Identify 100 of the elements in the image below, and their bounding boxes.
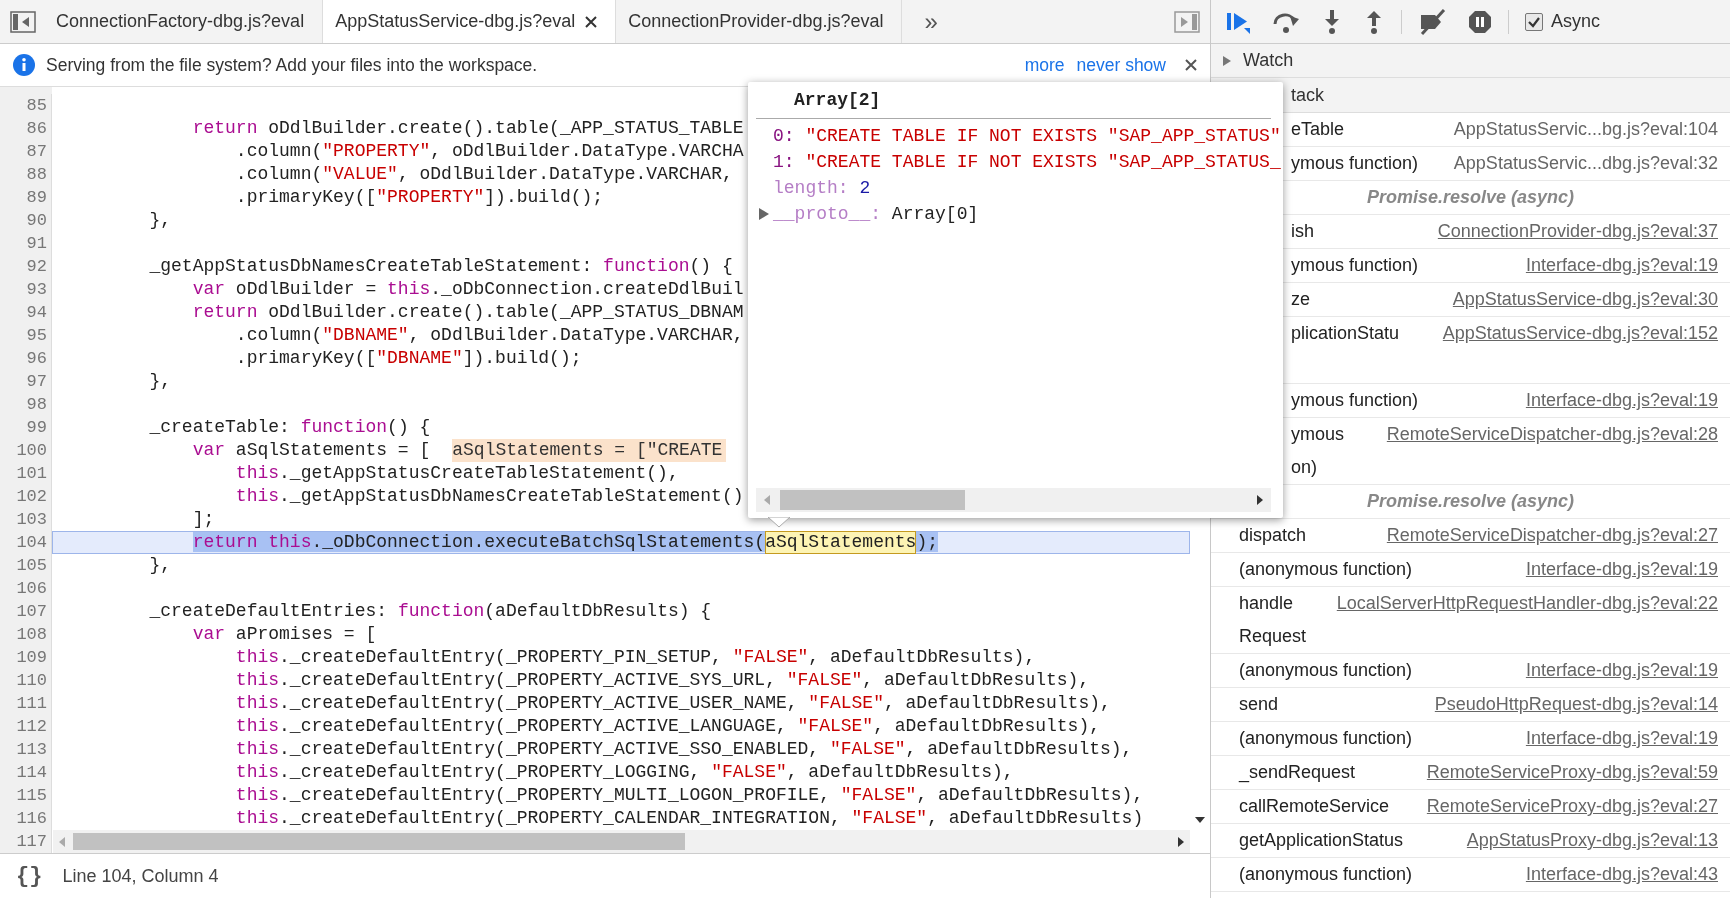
line-number: 117 [0,830,52,853]
code-text: this._getAppStatusDbNamesCreateTableStatement() [234,485,744,508]
section-header[interactable]: Watch [1211,44,1730,78]
function-name[interactable]: (anonymous function) [1239,553,1413,586]
sidebar-toggle-icon[interactable] [10,10,36,33]
file-tab[interactable]: ConnectionProvider-dbg.js?eval [616,0,903,43]
function-name[interactable]: (anonymous function) [1239,722,1413,755]
code-text: this._createDefaultEntry(_PROPERTY_ACTIVE_USER_NAME, "FALSE", aDefaultDbResults), [234,692,1111,715]
close-icon[interactable] [585,15,598,28]
line-number: 115 [0,784,52,807]
source-link[interactable]: Interface-dbg.js?eval:19 [1525,654,1718,687]
line-number: 97 [0,370,52,393]
line-number: 100 [0,439,52,462]
code-text: .primaryKey(["PROPERTY"]).build(); [234,186,604,209]
function-name[interactable]: ze [1291,282,1310,316]
function-name[interactable]: callRemoteService [1239,790,1390,823]
line-number: 108 [0,623,52,646]
function-name[interactable]: (anonymous function) [1239,858,1413,891]
line-number: 95 [0,324,52,347]
function-name[interactable]: handle Request [1239,587,1307,653]
pause-on-exceptions-icon[interactable] [1468,9,1492,34]
deactivate-breakpoints-icon[interactable] [1418,8,1448,35]
source-link[interactable]: Interface-dbg.js?eval:43 [1525,858,1718,891]
scroll-right-icon[interactable] [1178,836,1184,847]
code-text: this._createDefaultEntry(_PROPERTY_LOGGING, "FALSE", aDefaultDbResults), [234,761,1014,784]
async-checkbox[interactable] [1525,12,1543,31]
scroll-down-icon[interactable] [1194,815,1206,825]
source-link[interactable]: PseudoHttpRequest-dbg.js?eval:14 [1434,688,1718,721]
source-link[interactable]: RemoteServiceProxy-dbg.js?eval:27 [1426,790,1718,823]
source-link[interactable]: AppStatusServic...bg.js?eval:104 [1453,113,1718,146]
function-name[interactable]: (anonymous function) [1239,654,1413,687]
line-number: 112 [0,715,52,738]
source-link[interactable]: RemoteServiceProxy-dbg.js?eval:59 [1426,756,1718,789]
code-text: .column("VALUE", oDdlBuilder.DataType.VARCHAR, [234,163,733,186]
code-text: _getAppStatusDbNamesCreateTableStatement: function() { [148,255,733,278]
line-number: 103 [0,508,52,531]
line-number: 101 [0,462,52,485]
async-label[interactable]: Async [1551,11,1601,32]
line-number: 89 [0,186,52,209]
sidebar-toggle-icon[interactable] [1174,10,1200,33]
code-text: this._createDefaultEntry(_PROPERTY_MULTI_LOGON_PROFILE, "FALSE", aDefaultDbResults), [234,784,1144,807]
line-number: 109 [0,646,52,669]
expand-icon[interactable] [1221,54,1233,67]
function-name[interactable]: eTable [1291,113,1345,146]
function-name[interactable]: ymous function) [1291,248,1419,282]
source-link[interactable]: RemoteServiceDispatcher-dbg.js?eval:27 [1386,519,1718,552]
source-link[interactable]: AppStatusServic...dbg.js?eval:32 [1453,147,1718,180]
function-name[interactable]: dispatch [1239,519,1307,552]
format-button[interactable]: {} [16,863,43,889]
line-number: 88 [0,163,52,186]
line-number: 93 [0,278,52,301]
line-number: 114 [0,761,52,784]
function-name[interactable]: ymous function) [1291,147,1419,180]
source-link[interactable]: ConnectionProvider-dbg.js?eval:37 [1437,214,1718,248]
source-link[interactable]: RemoteServiceDispatcher-dbg.js?eval:28 [1386,418,1718,452]
code-text: var aPromises = [ [191,623,377,646]
code-text: this._createDefaultEntry(_PROPERTY_CALENDAR_INTEGRATION, "FALSE", aDefaultDbResults) [234,807,1144,830]
function-name[interactable]: ymous function) [1291,384,1419,418]
property-entry: 0: "CREATE TABLE IF NOT EXISTS "SAP_APP_STATUS" [773,126,1281,146]
source-link[interactable]: AppStatusService-dbg.js?eval:152 [1442,316,1718,350]
line-number: 110 [0,669,52,692]
info-link[interactable]: more [1024,54,1065,76]
function-name[interactable]: send [1239,688,1279,721]
source-link[interactable]: Interface-dbg.js?eval:19 [1525,384,1718,418]
function-name[interactable]: ish [1291,214,1314,248]
code-text: var oDdlBuilder = this._oDbConnection.createDdlBuil [191,278,744,301]
close-icon[interactable] [1184,58,1198,72]
horizontal-scrollbar[interactable] [756,488,1271,512]
expand-icon[interactable] [758,207,770,221]
cursor-position: Line 104, Column 4 [62,865,219,887]
file-tab[interactable]: AppStatusService-dbg.js?eval [323,0,617,43]
hovered-variable[interactable]: aSqlStatements [765,531,917,554]
line-number: 102 [0,485,52,508]
source-link[interactable]: LocalServerHttpRequestHandler-dbg.js?eval:22 [1336,587,1718,620]
code-text: .primaryKey(["DBNAME"]).build(); [234,347,582,370]
source-link[interactable]: Interface-dbg.js?eval:19 [1525,553,1718,586]
line-number: 87 [0,140,52,163]
source-link[interactable]: AppStatusService-dbg.js?eval:30 [1452,282,1718,316]
line-number: 90 [0,209,52,232]
code-text: this._createDefaultEntry(_PROPERTY_ACTIVE_SSO_ENABLED, "FALSE", aDefaultDbResults), [234,738,1133,761]
inline-value: aSqlStatements = ["CREATE [452,439,727,462]
code-text: this._createDefaultEntry(_PROPERTY_ACTIVE_LANGUAGE, "FALSE", aDefaultDbResults), [234,715,1100,738]
info-link[interactable]: never show [1076,54,1166,76]
source-link[interactable]: Interface-dbg.js?eval:19 [1525,248,1718,282]
source-link[interactable]: AppStatusProxy-dbg.js?eval:13 [1466,824,1718,857]
code-text: }, [148,209,172,232]
scroll-right-icon[interactable] [1257,495,1263,505]
function-name[interactable]: _sendRequest [1239,756,1356,789]
function-name[interactable]: getApplicationStatus [1239,824,1404,857]
source-link[interactable]: Interface-dbg.js?eval:19 [1525,722,1718,755]
more-tabs-button[interactable]: » [924,7,938,36]
code-text: ]; [191,508,215,531]
function-name[interactable]: plicationStatu [1291,316,1400,350]
line-number: 86 [0,117,52,140]
code-text: .column("PROPERTY", oDdlBuilder.DataType.VARCHA [234,140,744,163]
code-text: ); [916,531,938,554]
line-number: 99 [0,416,52,439]
horizontal-scrollbar[interactable] [53,830,1190,853]
line-number: 116 [0,807,52,830]
function-name[interactable]: ymous on) [1291,418,1344,485]
